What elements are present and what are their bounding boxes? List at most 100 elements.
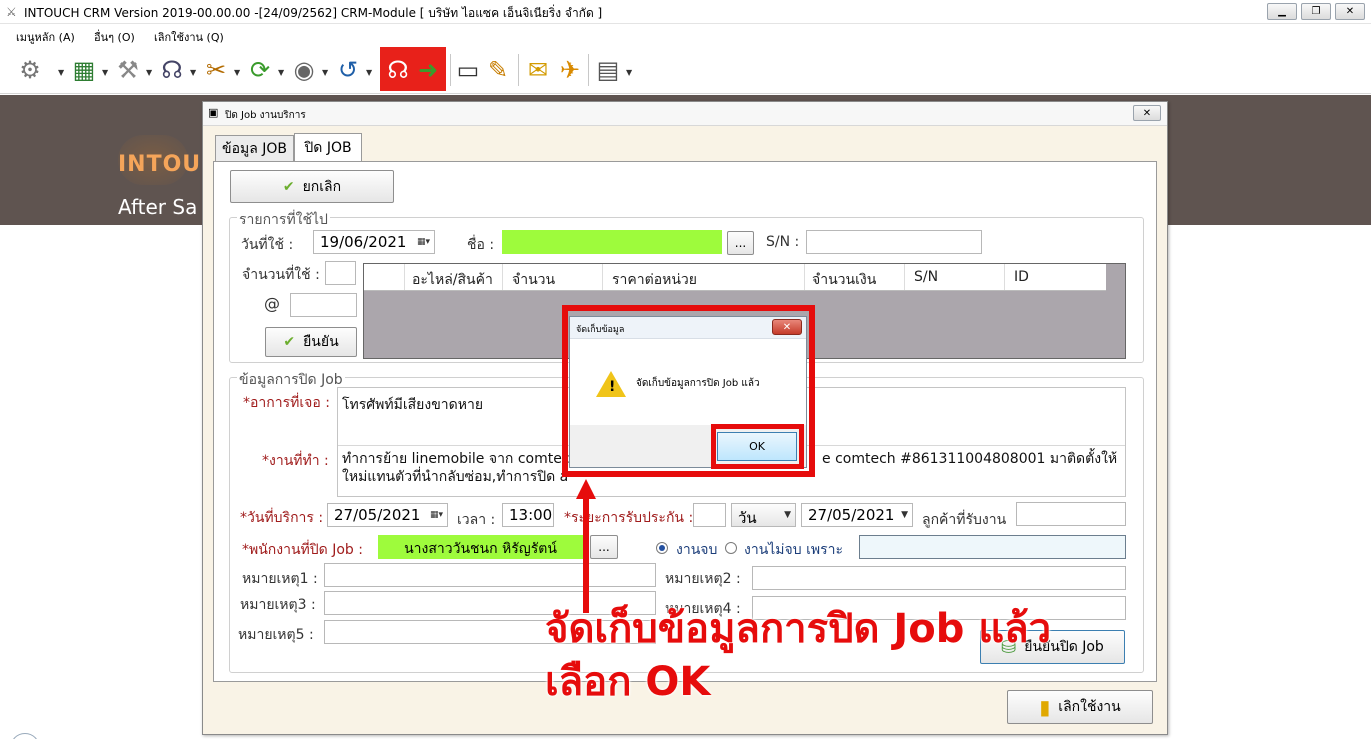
- pin-icon[interactable]: ✈: [554, 52, 586, 88]
- note2-input[interactable]: [752, 566, 1126, 590]
- dropdown-icon[interactable]: ▼: [366, 68, 372, 77]
- qty-input[interactable]: [325, 261, 356, 285]
- dropdown-icon[interactable]: ▼: [146, 68, 152, 77]
- dropdown-icon[interactable]: ▼: [58, 68, 64, 77]
- grid-divider: [804, 264, 805, 290]
- note1-label: หมายเหตุ1 :: [242, 571, 318, 587]
- radio-not-done-label: งานไม่จบ เพราะ: [744, 542, 843, 558]
- note-edit-icon[interactable]: ✎: [482, 52, 514, 88]
- reason-input[interactable]: [859, 535, 1126, 559]
- tab-job-info[interactable]: ข้อมูล JOB: [215, 135, 294, 161]
- wrench-icon[interactable]: ✂: [200, 52, 232, 88]
- radio-done[interactable]: [656, 542, 668, 554]
- dropdown-icon[interactable]: ▼: [278, 68, 284, 77]
- at-label: @: [264, 294, 280, 313]
- sn-label: S/N :: [766, 234, 800, 250]
- table-icon[interactable]: ▦: [68, 52, 100, 88]
- calendar-dropdown-icon[interactable]: ▦▾: [430, 510, 443, 520]
- dialog-title: ปิด Job งานบริการ: [225, 110, 306, 121]
- cancel-button[interactable]: ✔ ยกเลิก: [230, 170, 394, 203]
- ok-button[interactable]: OK: [717, 432, 797, 461]
- warranty-date-value: 27/05/2021: [808, 506, 895, 524]
- confirm-part-button[interactable]: ✔ ยืนยัน: [265, 327, 357, 357]
- col-qty[interactable]: จำนวน: [512, 269, 555, 291]
- grid-divider: [404, 264, 405, 290]
- grid-divider: [602, 264, 603, 290]
- time-value: 13:00: [509, 506, 553, 524]
- customer-label: ลูกค้าที่รับงาน: [922, 512, 1007, 528]
- warranty-input[interactable]: [693, 503, 726, 527]
- parts-group-legend: รายการที่ใช้ไป: [237, 209, 330, 231]
- refresh-green-icon[interactable]: ⟳: [244, 52, 276, 88]
- service-date-picker[interactable]: 27/05/2021 ▦▾: [327, 503, 448, 527]
- use-date-picker[interactable]: 19/06/2021 ▦▾: [313, 230, 435, 254]
- menu-exit[interactable]: เลิกใช้งาน (Q): [154, 28, 224, 46]
- report-icon[interactable]: ▤: [592, 52, 624, 88]
- undo-icon[interactable]: ↺: [332, 52, 364, 88]
- monitor-icon[interactable]: ▭: [452, 52, 484, 88]
- col-unit-price[interactable]: ราคาต่อหน่วย: [612, 269, 697, 291]
- service-date-value: 27/05/2021: [334, 506, 421, 524]
- window-icon: ▣: [208, 106, 219, 119]
- chevron-down-icon[interactable]: ▼: [784, 510, 791, 520]
- tab-close-job[interactable]: ปิด JOB: [294, 133, 362, 162]
- menu-other[interactable]: อื่นๆ (O): [94, 28, 135, 46]
- col-sn[interactable]: S/N: [914, 269, 938, 285]
- headset-icon[interactable]: ☊: [156, 52, 188, 88]
- warranty-unit-select[interactable]: วัน ▼: [731, 503, 796, 527]
- annotation-line1: จัดเก็บข้อมูลการปิด Job แล้ว: [545, 606, 1052, 652]
- unit-price-input[interactable]: [290, 293, 357, 317]
- col-id[interactable]: ID: [1014, 269, 1029, 285]
- radio-done-label: งานจบ: [676, 542, 718, 558]
- time-label: เวลา :: [457, 512, 496, 528]
- service-date-label: *วันที่บริการ :: [240, 510, 324, 526]
- status-circle-icon: [10, 733, 40, 739]
- door-exit-icon: ▮: [1039, 695, 1051, 719]
- chevron-down-icon[interactable]: ▼: [901, 510, 908, 520]
- use-date-label: วันที่ใช้ :: [241, 237, 294, 253]
- dropdown-icon[interactable]: ▼: [102, 68, 108, 77]
- col-amount[interactable]: จำนวนเงิน: [812, 269, 876, 291]
- window-controls: ▁ ❐ ✕: [1267, 3, 1365, 20]
- menu-main[interactable]: เมนูหลัก (A): [16, 28, 75, 46]
- part-name-field[interactable]: [502, 230, 722, 254]
- gear-icon[interactable]: ⚙: [14, 52, 46, 88]
- calendar-dropdown-icon[interactable]: ▦▾: [417, 237, 430, 247]
- close-icon[interactable]: ✕: [1133, 105, 1161, 121]
- sn-input[interactable]: [806, 230, 982, 254]
- minimize-icon[interactable]: ▁: [1267, 3, 1297, 20]
- dropdown-icon[interactable]: ▼: [322, 68, 328, 77]
- check-icon: ✔: [282, 178, 295, 195]
- close-icon[interactable]: ✕: [1335, 3, 1365, 20]
- close-icon[interactable]: ✕: [772, 319, 802, 335]
- staff-label: *พนักงานที่ปิด Job :: [242, 542, 363, 558]
- toolbar-separator: [588, 54, 589, 86]
- part-lookup-button[interactable]: ...: [727, 231, 754, 255]
- confirm-part-label: ยืนยัน: [303, 334, 339, 350]
- radio-not-done[interactable]: [725, 542, 737, 554]
- dropdown-icon[interactable]: ▼: [626, 68, 632, 77]
- customer-input[interactable]: [1016, 502, 1126, 526]
- warranty-date-select[interactable]: 27/05/2021 ▼: [801, 503, 913, 527]
- staff-lookup-button[interactable]: ...: [590, 535, 618, 559]
- brand-name: INTOU: [118, 152, 202, 177]
- dropdown-icon[interactable]: ▼: [234, 68, 240, 77]
- menubar: เมนูหลัก (A) อื่นๆ (O) เลิกใช้งาน (Q): [0, 24, 1371, 46]
- app-title: INTOUCH CRM Version 2019-00.00.00 -[24/0…: [24, 6, 603, 20]
- arrow-green-icon[interactable]: ➜: [412, 52, 444, 88]
- check-icon: ✔: [283, 334, 296, 350]
- col-part[interactable]: อะไหล่/สินค้า: [412, 269, 493, 291]
- headset-red-icon[interactable]: ☊: [382, 52, 414, 88]
- staff-field[interactable]: นางสาววันชนก หิรัญรัตน์: [378, 535, 583, 559]
- time-input[interactable]: 13:00: [502, 503, 554, 527]
- exit-button[interactable]: ▮ เลิกใช้งาน: [1007, 690, 1153, 724]
- tools-icon[interactable]: ⚒: [112, 52, 144, 88]
- dropdown-icon[interactable]: ▼: [190, 68, 196, 77]
- parts-grid-header: อะไหล่/สินค้า จำนวน ราคาต่อหน่วย จำนวนเง…: [364, 264, 1106, 291]
- brand-subtitle: After Sa: [118, 195, 198, 219]
- qty-label: จำนวนที่ใช้ :: [242, 267, 320, 283]
- restore-icon[interactable]: ❐: [1301, 3, 1331, 20]
- mail-icon[interactable]: ✉: [522, 52, 554, 88]
- eye-icon[interactable]: ◉: [288, 52, 320, 88]
- note1-input[interactable]: [324, 563, 656, 587]
